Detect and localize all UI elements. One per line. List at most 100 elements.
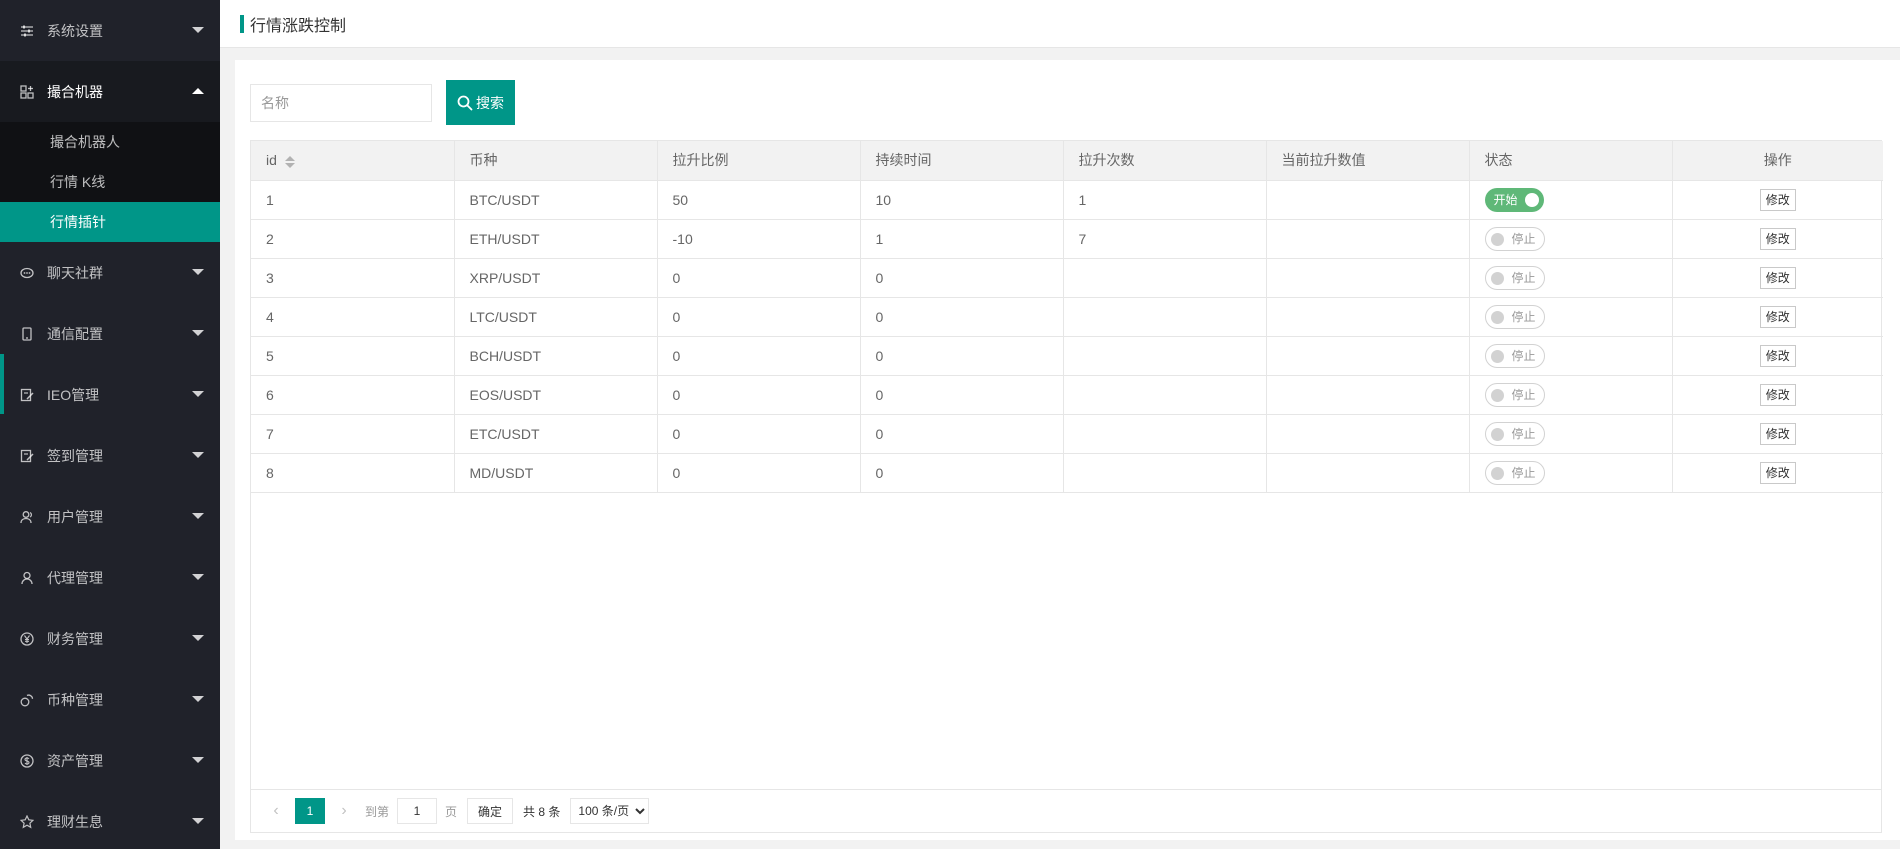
status-toggle-label: 停止 — [1511, 349, 1536, 363]
status-toggle[interactable]: 停止 — [1484, 304, 1545, 329]
cell-action: 修改 — [1672, 258, 1883, 298]
cell-duration: 0 — [860, 297, 1064, 337]
cell-action: 修改 — [1672, 375, 1883, 415]
sidebar-subitem-0[interactable]: 撮合机器人 — [0, 122, 220, 162]
page-size-select[interactable]: 10 条/页20 条/页30 条/页40 条/页50 条/页60 条/页70 条… — [570, 798, 650, 824]
apps-icon — [20, 84, 34, 99]
toggle-knob — [1490, 427, 1504, 441]
cell-count: 1 — [1063, 180, 1267, 220]
cell-id: 1 — [251, 180, 455, 220]
pagination: ‹ 1 › 到第 页 确定 共 8 条 10 条/页20 条/页30 条/页40… — [251, 789, 1881, 832]
cell-current — [1266, 336, 1470, 376]
sidebar-item-7[interactable]: 代理管理 — [0, 547, 220, 608]
sidebar-item-5[interactable]: 签到管理 — [0, 425, 220, 486]
cell-action: 修改 — [1672, 336, 1883, 376]
data-table: id 币种 拉升比例 持续时间 拉升次数 当前拉升数值 状态 操作 1 BTC/U… — [250, 140, 1883, 833]
chevron-down-icon — [192, 391, 204, 397]
cell-count: 7 — [1063, 219, 1267, 259]
edit-button[interactable]: 修改 — [1759, 305, 1796, 328]
cell-id: 6 — [251, 375, 455, 415]
sidebar-item-0[interactable]: 系统设置 — [0, 0, 220, 61]
toggle-knob — [1524, 192, 1539, 207]
column-header-count: 拉升次数 — [1063, 141, 1267, 181]
cell-coin: XRP/USDT — [454, 258, 658, 298]
table-row: 6 EOS/USDT 0 0 停止 修改 — [251, 375, 1883, 415]
cell-status: 停止 — [1469, 258, 1673, 298]
cell-id: 4 — [251, 297, 455, 337]
edit-button[interactable]: 修改 — [1759, 227, 1796, 250]
status-toggle[interactable]: 开始 — [1484, 187, 1544, 212]
column-header-id[interactable]: id — [251, 141, 455, 181]
sidebar-subitem-2[interactable]: 行情插针 — [0, 202, 220, 242]
table-row: 5 BCH/USDT 0 0 停止 修改 — [251, 336, 1883, 376]
prev-page-icon[interactable]: ‹ — [263, 798, 289, 824]
chevron-up-icon — [192, 88, 204, 94]
cell-coin: EOS/USDT — [454, 375, 658, 415]
sidebar-item-1[interactable]: 撮合机器 — [0, 61, 220, 122]
mobile-icon — [20, 326, 34, 341]
cell-ratio: 0 — [657, 336, 861, 376]
column-header-duration: 持续时间 — [860, 141, 1064, 181]
table-row: 1 BTC/USDT 50 10 1 开始 修改 — [251, 180, 1883, 220]
sidebar-item-label: 币种管理 — [47, 691, 103, 708]
cell-coin: ETC/USDT — [454, 414, 658, 454]
sidebar-item-11[interactable]: 理财生息 — [0, 791, 220, 849]
status-toggle[interactable]: 停止 — [1484, 226, 1545, 251]
page-jump-input[interactable] — [397, 798, 438, 824]
sidebar-item-label: 资产管理 — [47, 752, 103, 769]
cell-current — [1266, 453, 1470, 493]
status-toggle[interactable]: 停止 — [1484, 460, 1545, 485]
edit-button[interactable]: 修改 — [1759, 188, 1796, 211]
next-page-icon[interactable]: › — [331, 798, 357, 824]
total-count: 共 8 条 — [523, 804, 561, 819]
column-header-current: 当前拉升数值 — [1266, 141, 1470, 181]
page-confirm-button[interactable]: 确定 — [467, 798, 514, 824]
coins-icon — [20, 693, 34, 707]
status-toggle[interactable]: 停止 — [1484, 343, 1545, 368]
cell-action: 修改 — [1672, 414, 1883, 454]
sort-icon[interactable] — [284, 155, 295, 168]
page-number-current[interactable]: 1 — [295, 798, 325, 824]
sidebar-subitem-1[interactable]: 行情 K线 — [0, 162, 220, 202]
sidebar-item-6[interactable]: 用户管理 — [0, 486, 220, 547]
status-toggle[interactable]: 停止 — [1484, 382, 1545, 407]
table-row: 3 XRP/USDT 0 0 停止 修改 — [251, 258, 1883, 298]
cell-duration: 0 — [860, 414, 1064, 454]
table-row: 8 MD/USDT 0 0 停止 修改 — [251, 453, 1883, 493]
sidebar-item-9[interactable]: 币种管理 — [0, 669, 220, 730]
cell-action: 修改 — [1672, 453, 1883, 493]
sidebar-item-4[interactable]: IEO管理 — [0, 364, 220, 425]
status-toggle[interactable]: 停止 — [1484, 265, 1545, 290]
table-row: 4 LTC/USDT 0 0 停止 修改 — [251, 297, 1883, 337]
edit-button[interactable]: 修改 — [1759, 461, 1796, 484]
sidebar-item-10[interactable]: 资产管理 — [0, 730, 220, 791]
status-toggle[interactable]: 停止 — [1484, 421, 1545, 446]
cell-status: 停止 — [1469, 414, 1673, 454]
cell-duration: 0 — [860, 375, 1064, 415]
sidebar-item-8[interactable]: 财务管理 — [0, 608, 220, 669]
edit-button[interactable]: 修改 — [1759, 344, 1796, 367]
cell-duration: 0 — [860, 336, 1064, 376]
cell-ratio: 0 — [657, 453, 861, 493]
toggle-knob — [1490, 310, 1504, 324]
toggle-knob — [1490, 349, 1504, 363]
chevron-down-icon — [192, 818, 204, 824]
column-header-status: 状态 — [1469, 141, 1673, 181]
cell-ratio: 0 — [657, 375, 861, 415]
sidebar-item-3[interactable]: 通信配置 — [0, 303, 220, 364]
edit-button[interactable]: 修改 — [1759, 422, 1796, 445]
edit-doc-icon — [20, 388, 34, 402]
sliders-icon — [20, 24, 34, 38]
chevron-down-icon — [192, 27, 204, 33]
cell-duration: 0 — [860, 258, 1064, 298]
search-input[interactable] — [250, 83, 432, 122]
search-button-label: 搜索 — [476, 94, 504, 111]
edit-button[interactable]: 修改 — [1759, 266, 1796, 289]
chevron-down-icon — [192, 757, 204, 763]
sidebar-item-2[interactable]: 聊天社群 — [0, 242, 220, 303]
search-button[interactable]: 搜索 — [446, 80, 515, 125]
sidebar-item-label: 撮合机器 — [47, 83, 103, 100]
cell-coin: LTC/USDT — [454, 297, 658, 337]
cell-status: 停止 — [1469, 453, 1673, 493]
edit-button[interactable]: 修改 — [1759, 383, 1796, 406]
